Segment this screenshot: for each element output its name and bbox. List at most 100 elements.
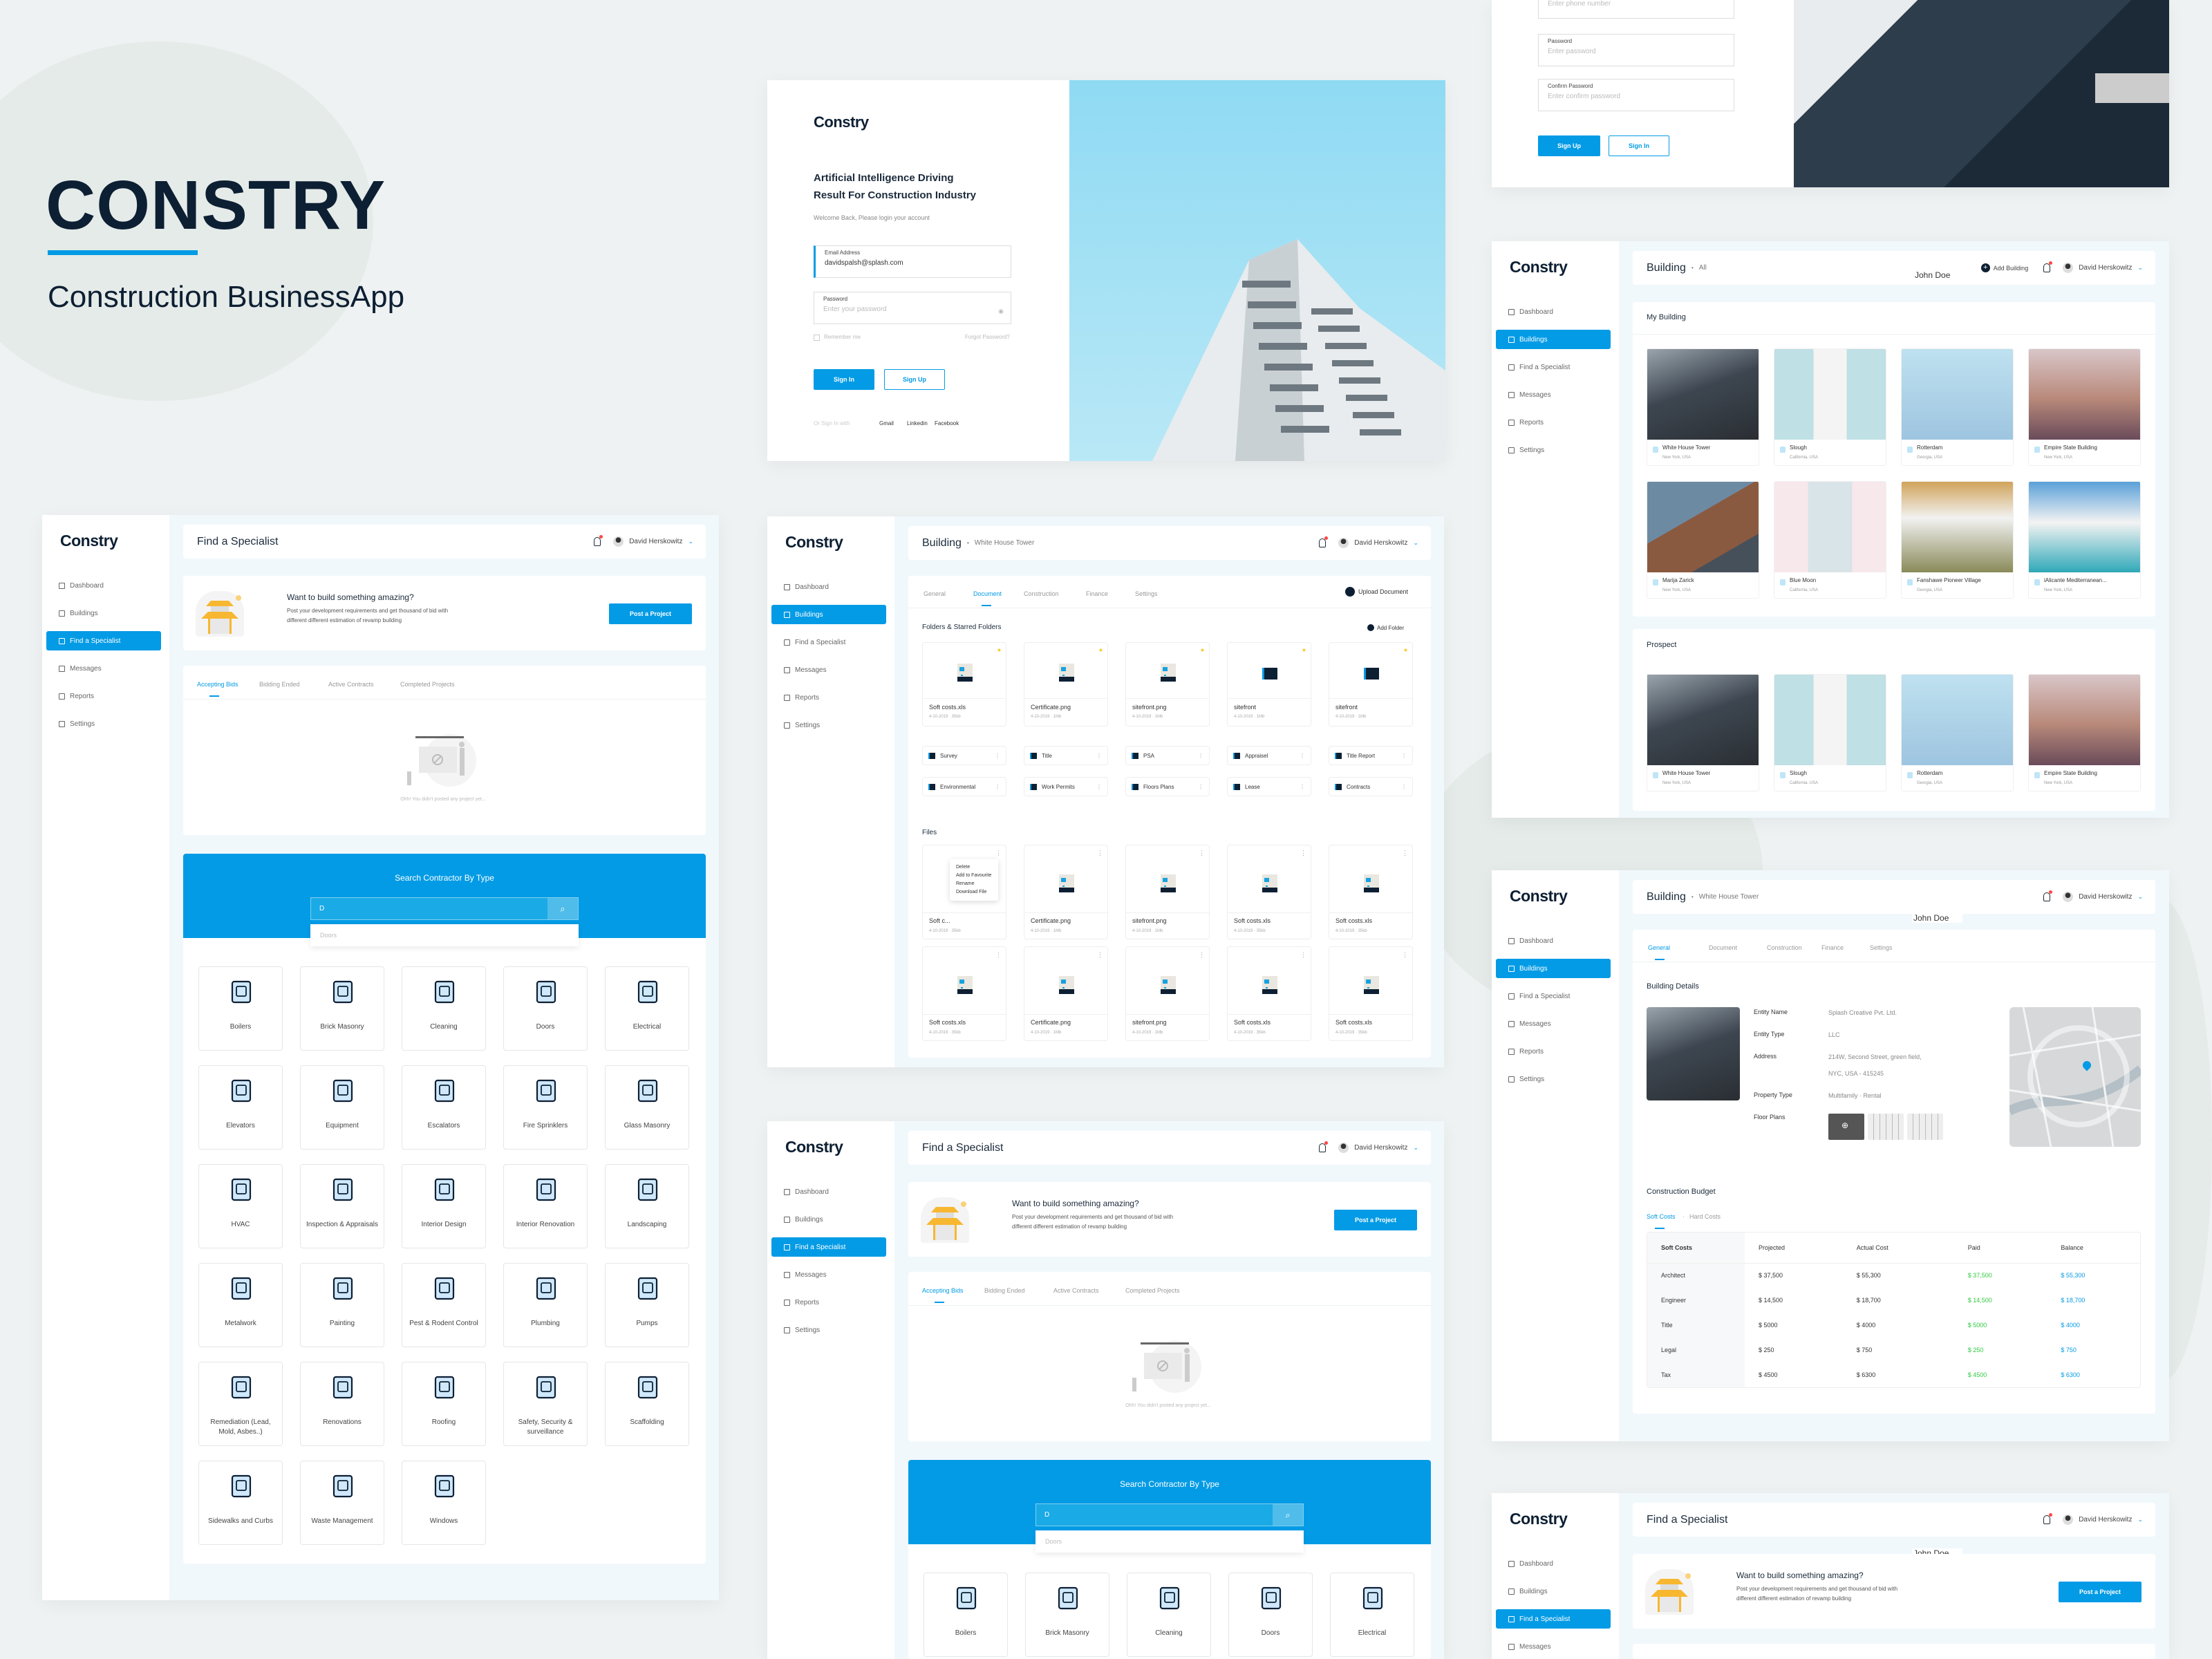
context-menu-item-download-file[interactable]: Download File: [956, 888, 992, 897]
more-options-icon[interactable]: ⋮: [1300, 951, 1306, 959]
specialist-category-card[interactable]: Boilers: [198, 966, 283, 1051]
sign-up-button[interactable]: Sign Up: [884, 369, 945, 390]
more-options-icon[interactable]: ⋮: [995, 753, 1000, 759]
search-suggestion-item[interactable]: Doors: [1035, 1530, 1304, 1553]
starred-item-card[interactable]: ★ Soft costs.xls 4-10-2019 · 35kb: [922, 642, 1006, 727]
tab-document[interactable]: Document: [973, 590, 1002, 606]
starred-item-card[interactable]: ★ sitefront 4-10-2019 · 1Mb: [1227, 642, 1311, 727]
sidebar-item-settings[interactable]: Settings: [771, 715, 886, 735]
more-options-icon[interactable]: ⋮: [1198, 753, 1203, 759]
tab-settings[interactable]: Settings: [1870, 944, 1893, 951]
folder-item[interactable]: Appraisel ⋮: [1227, 746, 1311, 765]
budget-tab-soft-costs[interactable]: Soft Costs: [1647, 1213, 1676, 1229]
avatar[interactable]: [2063, 263, 2074, 273]
building-card[interactable]: Rotterdam Georgia, USA: [1901, 674, 2014, 791]
specialist-category-card[interactable]: Plumbing: [503, 1263, 588, 1347]
sidebar-item-find-a-specialist[interactable]: Find a Specialist: [1496, 1609, 1611, 1629]
folder-item[interactable]: Lease ⋮: [1227, 777, 1311, 796]
tab-bidding-ended[interactable]: Bidding Ended: [984, 1287, 1025, 1294]
specialist-category-card[interactable]: Painting: [300, 1263, 384, 1347]
budget-tab-hard-costs[interactable]: Hard Costs: [1689, 1213, 1721, 1220]
tab-settings[interactable]: Settings: [1135, 590, 1158, 597]
folder-item[interactable]: Floors Plans ⋮: [1125, 777, 1210, 796]
building-card[interactable]: Blue Moon California, USA: [1774, 481, 1886, 599]
sidebar-item-dashboard[interactable]: Dashboard: [46, 576, 161, 595]
file-card[interactable]: ⋮ Certificate.png 4-10-2019 · 1Mb: [1024, 946, 1108, 1041]
sidebar-item-dashboard[interactable]: Dashboard: [1496, 302, 1611, 321]
more-options-icon[interactable]: ⋮: [1300, 784, 1305, 790]
building-card[interactable]: Marija Zarick New York, USA: [1647, 481, 1759, 599]
more-options-icon[interactable]: ⋮: [1199, 951, 1205, 959]
eye-icon[interactable]: ◉: [998, 308, 1004, 315]
building-card[interactable]: Empire State Building New York, USA: [2028, 674, 2141, 791]
more-options-icon[interactable]: ⋮: [995, 850, 1002, 857]
sidebar-item-buildings[interactable]: Buildings: [1496, 959, 1611, 978]
folder-item[interactable]: Title Report ⋮: [1329, 746, 1413, 765]
sidebar-item-messages[interactable]: Messages: [771, 660, 886, 679]
password-field[interactable]: Password Enter password: [1538, 34, 1734, 66]
specialist-category-card[interactable]: Windows: [402, 1461, 486, 1545]
tab-finance[interactable]: Finance: [1821, 944, 1844, 951]
specialist-category-card[interactable]: Boilers: [924, 1573, 1008, 1657]
email-field[interactable]: Email Address davidspalsh@splash.com: [814, 245, 1011, 278]
file-card[interactable]: ⋮ Soft costs.xls 4-10-2019 · 35kb: [1329, 845, 1413, 939]
tab-bidding-ended[interactable]: Bidding Ended: [259, 681, 300, 688]
specialist-category-card[interactable]: Sidewalks and Curbs: [198, 1461, 283, 1545]
sidebar-item-find-a-specialist[interactable]: Find a Specialist: [771, 632, 886, 652]
notification-bell-icon[interactable]: [1319, 1141, 1329, 1152]
sidebar-item-reports[interactable]: Reports: [1496, 413, 1611, 432]
specialist-category-card[interactable]: Brick Masonry: [1025, 1573, 1109, 1657]
sidebar-item-find-a-specialist[interactable]: Find a Specialist: [1496, 357, 1611, 377]
sidebar-item-dashboard[interactable]: Dashboard: [1496, 931, 1611, 950]
specialist-category-card[interactable]: Glass Masonry: [605, 1065, 689, 1150]
specialist-category-card[interactable]: Brick Masonry: [300, 966, 384, 1051]
user-name[interactable]: David Herskowitz: [629, 538, 682, 545]
context-menu-item-delete[interactable]: Delete: [956, 863, 992, 872]
specialist-category-card[interactable]: Elevators: [198, 1065, 283, 1150]
location-map[interactable]: [2009, 1007, 2141, 1147]
folder-item[interactable]: Survey ⋮: [922, 746, 1006, 765]
sidebar-item-messages[interactable]: Messages: [1496, 1637, 1611, 1656]
contractor-search-input[interactable]: D ⌕: [1035, 1503, 1304, 1526]
specialist-category-card[interactable]: Waste Management: [300, 1461, 384, 1545]
starred-item-card[interactable]: ★ sitefront.png 4-10-2019 · 1Mb: [1125, 642, 1210, 727]
forgot-password-link[interactable]: Forgot Password?: [965, 334, 1010, 340]
specialist-category-card[interactable]: Renovations: [300, 1362, 384, 1446]
sidebar-item-reports[interactable]: Reports: [771, 1293, 886, 1312]
more-options-icon[interactable]: ⋮: [1300, 850, 1306, 857]
star-icon[interactable]: ★: [1302, 647, 1306, 653]
folder-item[interactable]: PSA ⋮: [1125, 746, 1210, 765]
post-project-button[interactable]: Post a Project: [2059, 1582, 2141, 1602]
search-icon[interactable]: ⌕: [1273, 1504, 1303, 1526]
star-icon[interactable]: ★: [1403, 647, 1408, 653]
starred-item-card[interactable]: ★ sitefront 4-10-2019 · 1Mb: [1329, 642, 1413, 727]
context-menu-item-rename[interactable]: Rename: [956, 880, 992, 888]
star-icon[interactable]: ★: [1200, 647, 1205, 653]
remember-checkbox[interactable]: [814, 335, 820, 341]
more-options-icon[interactable]: ⋮: [995, 951, 1002, 959]
tab-document[interactable]: Document: [1709, 944, 1737, 951]
building-card[interactable]: iAlicante Mediterranean... New York, USA: [2028, 481, 2141, 599]
folder-item[interactable]: Environmental ⋮: [922, 777, 1006, 796]
avatar[interactable]: [1338, 1143, 1349, 1153]
sidebar-item-messages[interactable]: Messages: [771, 1265, 886, 1284]
star-icon[interactable]: ★: [1098, 647, 1103, 653]
file-card[interactable]: ⋮ Soft costs.xls 4-10-2019 · 35kb: [1227, 845, 1311, 939]
user-name[interactable]: David Herskowitz: [2079, 893, 2132, 901]
tab-completed-projects[interactable]: Completed Projects: [1125, 1287, 1180, 1294]
specialist-category-card[interactable]: Interior Renovation: [503, 1164, 588, 1248]
specialist-category-card[interactable]: Doors: [503, 966, 588, 1051]
specialist-category-card[interactable]: Doors: [1228, 1573, 1313, 1657]
tab-active-contracts[interactable]: Active Contracts: [328, 681, 374, 688]
specialist-category-card[interactable]: Escalators: [402, 1065, 486, 1150]
sign-in-button[interactable]: Sign In: [814, 369, 874, 390]
tab-accepting-bids[interactable]: Accepting Bids: [922, 1287, 964, 1303]
user-name[interactable]: David Herskowitz: [1354, 539, 1407, 547]
more-options-icon[interactable]: ⋮: [1199, 850, 1205, 857]
file-card[interactable]: ⋮ Soft costs.xls 4-10-2019 · 35kb: [1227, 946, 1311, 1041]
specialist-category-card[interactable]: Cleaning: [1127, 1573, 1211, 1657]
avatar[interactable]: [1338, 538, 1349, 548]
sidebar-item-messages[interactable]: Messages: [1496, 385, 1611, 404]
specialist-category-card[interactable]: Metalwork: [198, 1263, 283, 1347]
avatar[interactable]: [613, 536, 624, 547]
